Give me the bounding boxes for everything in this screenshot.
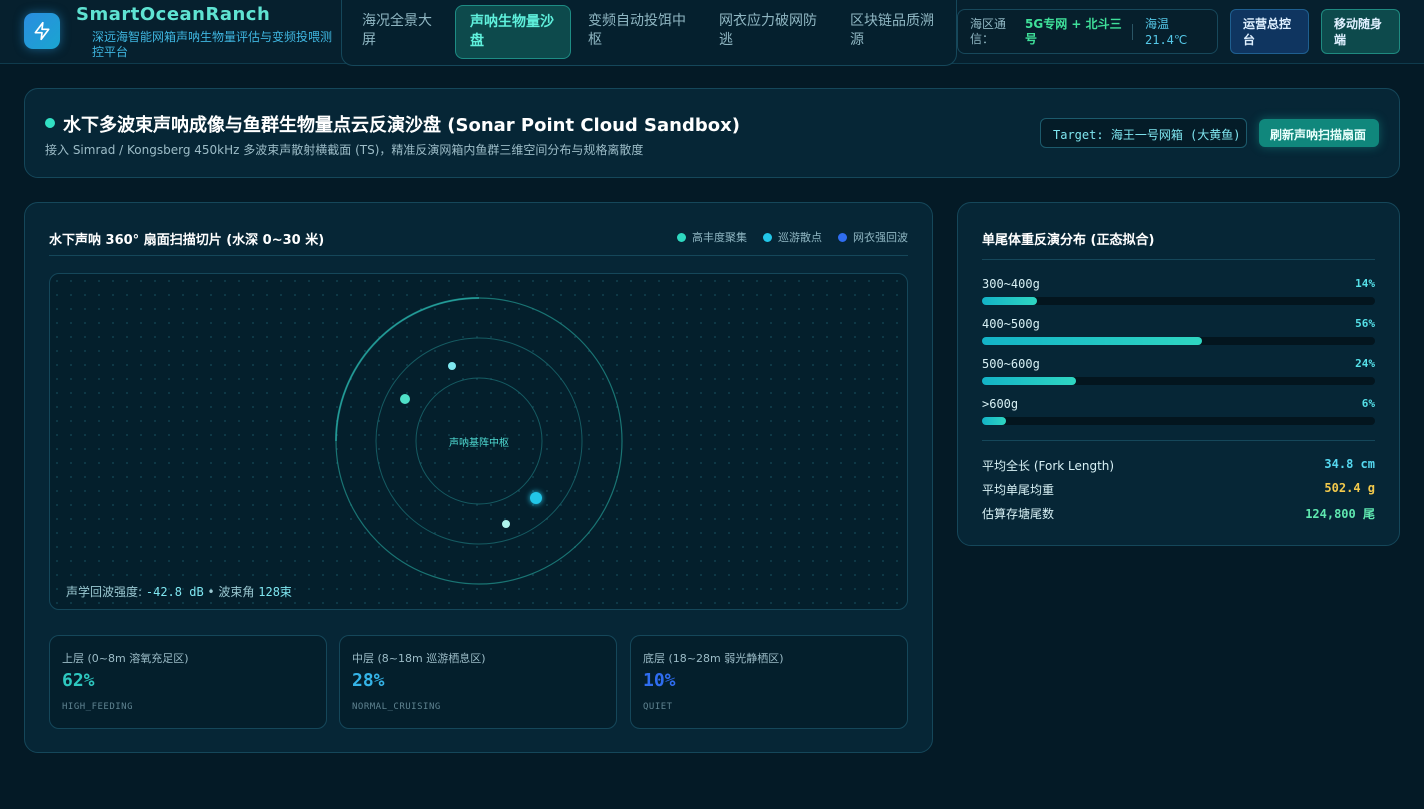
stat-label: 平均单尾均重 <box>982 483 1055 497</box>
echo-strength-label: 声学回波强度: <box>66 585 143 599</box>
stat-estimated-count: 估算存塘尾数 124,800 尾 <box>982 505 1375 523</box>
layer-label: 中层 (8~18m 巡游栖息区) <box>352 652 486 665</box>
stat-value: 34.8 cm <box>1324 457 1375 471</box>
layer-label: 底层 (18~28m 弱光静栖区) <box>643 652 784 665</box>
weight-title: 单尾体重反演分布 (正态拟合) <box>982 233 1155 248</box>
stat-label: 估算存塘尾数 <box>982 507 1055 521</box>
stat-value: 502.4 g <box>1324 481 1375 495</box>
bin-label: 500~600g <box>982 357 1040 371</box>
target-label: Target: <box>1053 128 1104 142</box>
beam-value: 128束 <box>258 585 292 599</box>
bin-label: 400~500g <box>982 317 1040 331</box>
sonar-panel: 水下声呐 360° 扇面扫描切片 (水深 0~30 米) 高丰度聚集 巡游散点 … <box>24 202 933 753</box>
page-subtitle: 接入 Simrad / Kongsberg 450kHz 多波束声散射横截面 (… <box>45 143 644 157</box>
legend-item-cruising: 巡游散点 <box>763 229 822 245</box>
sonar-point-cluster[interactable] <box>400 394 410 404</box>
weight-divider-top <box>982 259 1375 260</box>
legend-dot-icon <box>838 232 847 242</box>
page-title: 水下多波束声呐成像与鱼群生物量点云反演沙盘 (Sonar Point Cloud… <box>63 115 740 136</box>
status-divider <box>1132 24 1133 40</box>
stat-fork-length: 平均全长 (Fork Length) 34.8 cm <box>982 457 1375 475</box>
target-selector[interactable]: Target: 海王一号网箱 (大黄鱼) <box>1040 118 1247 148</box>
bin-progress-fill <box>982 417 1006 425</box>
brand-title: SmartOceanRanch <box>76 4 271 25</box>
mobile-terminal-button[interactable]: 移动随身端 <box>1321 9 1400 54</box>
legend-item-net-echo: 网衣强回波 <box>838 229 908 245</box>
nav-tab-blockchain-trace[interactable]: 区块链品质溯源 <box>836 5 954 59</box>
legend-item-high-density: 高丰度聚集 <box>677 229 747 245</box>
sonar-scan-canvas[interactable]: 声呐基阵中枢 声学回波强度: -42.8 dB • 波束角 128束 <box>49 273 908 610</box>
sonar-point-cruising[interactable] <box>502 520 510 528</box>
layer-value: 62% <box>62 670 95 691</box>
nav-tab-sonar-biomass[interactable]: 声呐生物量沙盘 <box>455 5 571 59</box>
nav-tab-net-stress[interactable]: 网衣应力破网防逃 <box>705 5 831 59</box>
readout-separator: • <box>207 585 215 599</box>
comm-label: 海区通信： <box>970 17 1007 46</box>
sonar-title: 水下声呐 360° 扇面扫描切片 (水深 0~30 米) <box>49 233 325 248</box>
title-indicator-dot <box>45 118 55 128</box>
weight-bin-over-600: >600g 6% <box>982 397 1375 427</box>
weight-bin-400-500: 400~500g 56% <box>982 317 1375 347</box>
weight-divider-bottom <box>982 440 1375 441</box>
legend-label: 网衣强回波 <box>853 231 908 244</box>
page-title-panel: 水下多波束声呐成像与鱼群生物量点云反演沙盘 (Sonar Point Cloud… <box>24 88 1400 178</box>
weight-bin-300-400: 300~400g 14% <box>982 277 1375 307</box>
bin-percent: 24% <box>1355 357 1375 370</box>
weight-bin-500-600: 500~600g 24% <box>982 357 1375 387</box>
app-logo[interactable] <box>24 13 60 49</box>
nav-tab-feeding-hub[interactable]: 变频自动投饵中枢 <box>574 5 700 59</box>
layer-code: NORMAL_CRUISING <box>352 702 441 712</box>
sonar-legend: 高丰度聚集 巡游散点 网衣强回波 <box>677 229 908 245</box>
bin-progress-track <box>982 417 1375 425</box>
layer-card-upper[interactable]: 上层 (0~8m 溶氧充足区) 62% HIGH_FEEDING <box>49 635 327 729</box>
bin-progress-fill <box>982 297 1038 305</box>
main-nav: 海况全景大屏 声呐生物量沙盘 变频自动投饵中枢 网衣应力破网防逃 区块链品质溯源 <box>341 0 957 66</box>
sonar-center-label: 声呐基阵中枢 <box>449 438 509 449</box>
layer-card-middle[interactable]: 中层 (8~18m 巡游栖息区) 28% NORMAL_CRUISING <box>339 635 617 729</box>
nav-tab-sea-overview[interactable]: 海况全景大屏 <box>348 5 452 59</box>
layer-card-bottom[interactable]: 底层 (18~28m 弱光静栖区) 10% QUIET <box>630 635 908 729</box>
weight-distribution-panel: 单尾体重反演分布 (正态拟合) 300~400g 14% 400~500g 56… <box>957 202 1400 546</box>
sonar-sweep-arc <box>335 297 480 442</box>
sonar-divider <box>49 255 908 256</box>
temp-label: 海温 <box>1145 17 1170 31</box>
layer-code: HIGH_FEEDING <box>62 702 134 712</box>
brand-subtitle: 深远海智能网箱声呐生物量评估与变频投喂测控平台 <box>92 30 333 59</box>
bin-percent: 6% <box>1361 397 1375 410</box>
layer-value: 10% <box>643 670 676 691</box>
legend-label: 巡游散点 <box>778 231 822 244</box>
layer-label: 上层 (0~8m 溶氧充足区) <box>62 652 189 665</box>
bin-percent: 14% <box>1355 277 1375 290</box>
bin-progress-track <box>982 297 1375 305</box>
comm-value: 5G专网 + 北斗三号 <box>1025 17 1122 46</box>
echo-strength-value: -42.8 dB <box>145 585 204 599</box>
comm-status-box: 海区通信： 5G专网 + 北斗三号 海温 21.4℃ <box>957 9 1218 54</box>
layer-code: QUIET <box>643 702 673 712</box>
stat-avg-weight: 平均单尾均重 502.4 g <box>982 481 1375 499</box>
bin-progress-track <box>982 337 1375 345</box>
bin-percent: 56% <box>1355 317 1375 330</box>
legend-dot-icon <box>677 232 686 242</box>
target-value: 海王一号网箱 (大黄鱼) <box>1110 128 1241 142</box>
refresh-sonar-button[interactable]: 刷新声呐扫描扇面 <box>1259 119 1379 147</box>
bin-progress-fill <box>982 337 1203 345</box>
legend-dot-icon <box>763 232 772 242</box>
stat-label: 平均全长 (Fork Length) <box>982 459 1115 473</box>
bin-label: 300~400g <box>982 277 1040 291</box>
sonar-point-cruising-large[interactable] <box>530 492 542 504</box>
bin-progress-fill <box>982 377 1077 385</box>
lightning-bolt-icon <box>34 21 50 41</box>
stat-value: 124,800 尾 <box>1305 507 1375 521</box>
top-header: SmartOceanRanch 深远海智能网箱声呐生物量评估与变频投喂测控平台 … <box>0 0 1424 66</box>
bin-label: >600g <box>982 397 1019 411</box>
sonar-point-cruising[interactable] <box>448 362 456 370</box>
legend-label: 高丰度聚集 <box>692 231 747 244</box>
layer-value: 28% <box>352 670 385 691</box>
ops-console-button[interactable]: 运营总控台 <box>1230 9 1309 54</box>
sonar-readout: 声学回波强度: -42.8 dB • 波束角 128束 <box>66 583 292 600</box>
bin-progress-track <box>982 377 1375 385</box>
temp-value: 21.4℃ <box>1145 33 1188 47</box>
beam-label: 波束角 <box>218 585 255 599</box>
